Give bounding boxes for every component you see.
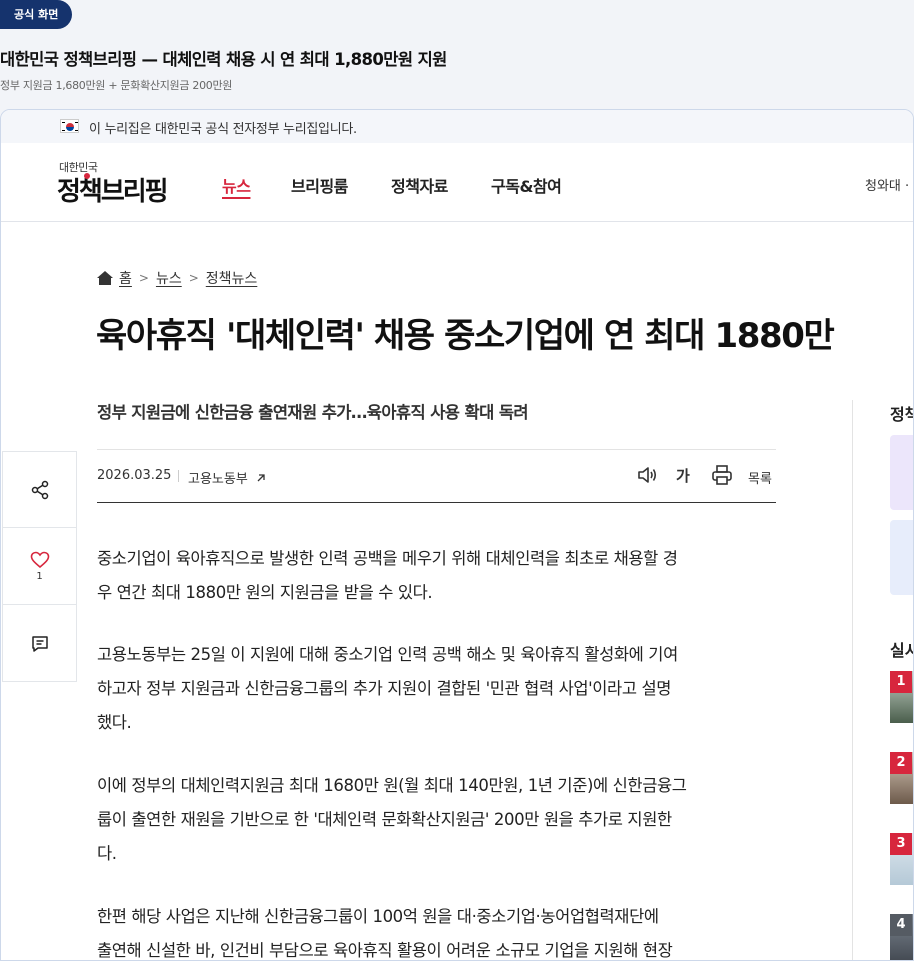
gov-notice-strip: 이 누리집은 대한민국 공식 전자정부 누리집입니다. [1,110,913,143]
page-subheading: 정부 지원금 1,680만원 + 문화확산지원금 200만원 [0,79,233,92]
divider [852,400,853,960]
speaker-icon[interactable] [636,464,658,486]
rank-number: 1 [890,671,912,693]
rank-number: 4 [890,914,912,936]
article-subtitle: 정부 지원금에 신한금융 출연재원 추가…육아휴직 사용 확대 독려 [97,403,529,422]
share-icon [31,480,48,499]
external-link-icon [257,474,265,482]
chevron-right-icon: > [188,271,199,285]
divider [178,470,179,482]
rank-number: 3 [890,833,912,855]
divider [97,502,776,503]
article-department-link[interactable]: 고용노동부 [188,468,266,487]
sidebar-section-title: 정책 [890,405,913,424]
home-icon [97,271,113,285]
sidebar-rank-item[interactable]: 4 [890,914,913,960]
breadcrumb: 홈 > 뉴스 > 정책뉴스 [97,268,257,288]
article-paragraph: 이에 정부의 대체인력지원금 최대 1680만 원(월 최대 140만원, 1년… [97,776,687,863]
article-paragraph: 중소기업이 육아휴직으로 발생한 인력 공백을 메우기 위해 대체인력을 최초로… [97,549,678,602]
article-paragraph: 한편 해당 사업은 지난해 신한금융그룹이 100억 원을 대·중소기업·농어업… [97,907,673,960]
site-logo[interactable]: 정책브리핑 [57,171,169,208]
page-heading: 대한민국 정책브리핑 — 대체인력 채용 시 연 최대 1,880만원 지원 [0,50,447,69]
sidebar-card[interactable] [890,435,913,510]
gov-notice-text: 이 누리집은 대한민국 공식 전자정부 누리집입니다. [89,122,357,137]
list-button[interactable]: 목록 [748,468,772,487]
article-title: 육아휴직 '대체인력' 채용 중소기업에 연 최대 1880만 [96,316,835,356]
department-name: 고용노동부 [188,472,248,487]
share-button[interactable] [3,452,76,528]
share-rail: 1 [2,451,77,682]
logo-dot-icon [84,173,90,179]
sidebar-rank-item[interactable]: 1 [890,671,913,723]
header-right-link[interactable]: 청와대 · [865,175,909,194]
site-header: 대한민국 정책브리핑 뉴스 브리핑룸 정책자료 구독&참여 청와대 · [1,143,913,222]
like-button[interactable]: 1 [3,529,76,605]
heart-icon [30,551,49,569]
font-size-button[interactable]: 가 [676,465,690,486]
rank-number: 2 [890,752,912,774]
sidebar-rank-item[interactable]: 2 [890,752,913,804]
like-count: 1 [36,571,43,582]
print-icon[interactable] [711,464,733,486]
breadcrumb-news[interactable]: 뉴스 [156,268,182,288]
article-paragraph: 고용노동부는 25일 이 지원에 대해 중소기업 인력 공백 해소 및 육아휴직… [97,645,678,732]
sidebar-card[interactable] [890,520,913,595]
divider [97,449,776,450]
sidebar-section-title: 실시 [890,641,913,660]
nav-news[interactable]: 뉴스 [222,173,251,197]
official-screen-badge: 공식 화면 [0,0,73,29]
chevron-right-icon: > [138,271,149,285]
korea-flag-icon [60,119,79,133]
sidebar-rank-item[interactable]: 3 [890,833,913,885]
breadcrumb-policy-news[interactable]: 정책뉴스 [206,268,258,288]
nav-briefing-room[interactable]: 브리핑룸 [291,173,348,197]
comment-button[interactable] [3,606,76,682]
browser-frame: 이 누리집은 대한민국 공식 전자정부 누리집입니다. 대한민국 정책브리핑 뉴… [0,109,914,961]
breadcrumb-home[interactable]: 홈 [119,268,132,288]
nav-subscribe-participate[interactable]: 구독&참여 [491,173,562,197]
article-date: 2026.03.25 [97,468,172,483]
nav-policy-data[interactable]: 정책자료 [391,173,448,197]
comment-icon [31,636,48,652]
